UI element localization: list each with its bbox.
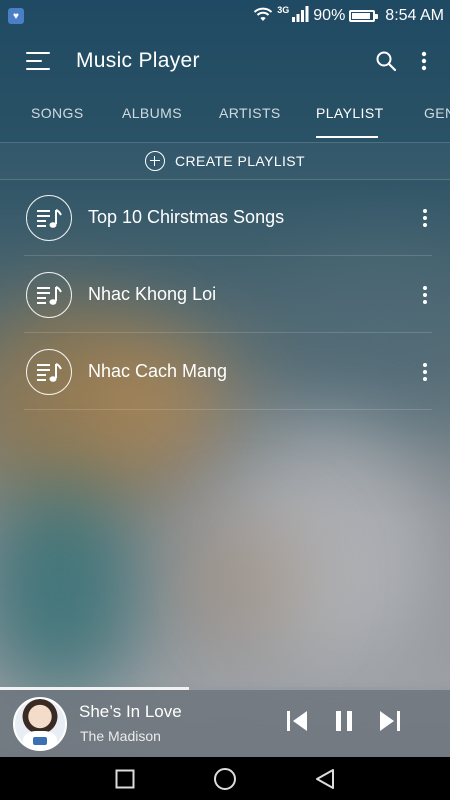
tab-genres[interactable]: GEN [424,105,450,121]
home-icon[interactable] [213,767,237,791]
recents-icon[interactable] [113,767,137,791]
menu-icon[interactable] [26,50,54,72]
playlist-name: Nhac Khong Loi [88,284,217,304]
add-circle-icon [145,151,166,171]
battery-level [352,13,371,19]
more-vert-icon[interactable] [410,357,440,387]
clock: 8:54 AM [385,7,444,24]
list-item[interactable]: Nhac Cach Mang [0,333,450,410]
create-playlist-button[interactable]: CREATE PLAYLIST [0,143,450,180]
song-title: She’s In Love [79,702,182,721]
now-playing-bar[interactable]: She’s In Love The Madison [0,687,450,757]
previous-icon[interactable] [283,707,311,735]
more-vert-icon[interactable] [410,203,440,233]
more-vert-icon[interactable] [410,280,440,310]
song-artist: The Madison [80,728,161,744]
pause-icon[interactable] [330,707,358,735]
next-icon[interactable] [376,707,404,735]
playlist-list: Top 10 Chirstmas Songs Nhac Khong Loi Nh… [0,179,450,410]
tab-playlist[interactable]: PLAYLIST [316,105,384,121]
tab-artists[interactable]: ARTISTS [219,105,281,121]
system-nav-bar [0,757,450,800]
playlist-name: Top 10 Chirstmas Songs [88,207,285,227]
notification-icon: ♥ [8,8,24,24]
more-vert-icon[interactable] [412,49,436,73]
active-tab-indicator [316,136,378,138]
back-icon[interactable] [313,767,337,791]
album-art[interactable] [13,697,67,751]
tab-albums[interactable]: ALBUMS [122,105,182,121]
playlist-name: Nhac Cach Mang [88,361,228,381]
playback-progress-fill [0,687,189,690]
wifi-icon [253,6,273,27]
toolbar: Music Player [0,32,450,90]
battery-icon [349,10,379,22]
playlist-music-icon [26,271,72,318]
network-type: 3G [277,5,290,15]
tab-bar: SONGS ALBUMS ARTISTS PLAYLIST GEN [0,90,450,143]
signal-icon [291,5,309,27]
status-bar: ♥ 3G 90% 8:54 AM [0,0,450,32]
playback-progress[interactable] [0,687,450,690]
search-icon[interactable] [374,49,398,73]
playlist-music-icon [26,348,72,395]
tab-songs[interactable]: SONGS [31,105,84,121]
app-title: Music Player [76,49,200,72]
playlist-music-icon [26,194,72,241]
create-playlist-label: CREATE PLAYLIST [175,153,305,169]
battery-percent: 90% [313,7,346,24]
list-item[interactable]: Top 10 Chirstmas Songs [0,179,450,256]
list-item[interactable]: Nhac Khong Loi [0,256,450,333]
